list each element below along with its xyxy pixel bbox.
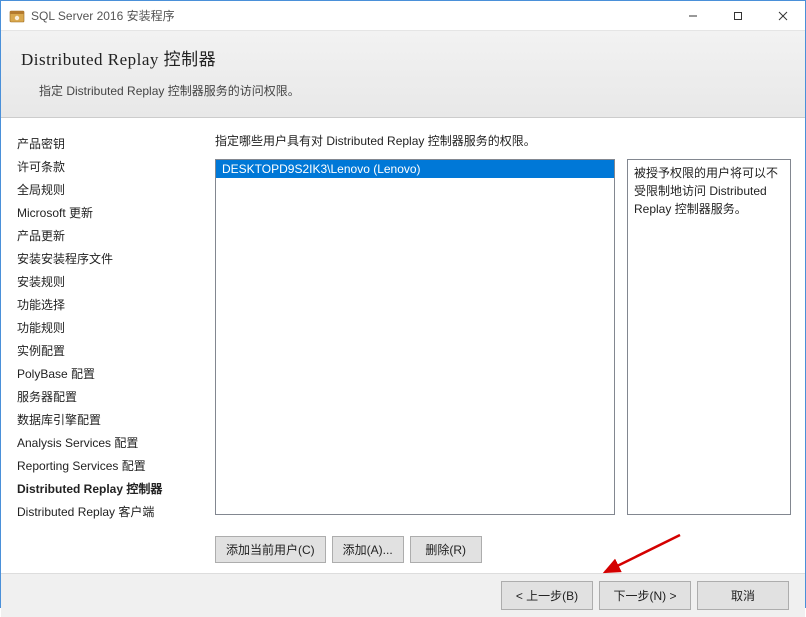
sidebar-item-15[interactable]: Distributed Replay 控制器 [17, 477, 197, 500]
sidebar-item-12[interactable]: 数据库引擎配置 [17, 408, 197, 431]
page-title: Distributed Replay 控制器 [21, 45, 785, 70]
main-panel: 指定哪些用户具有对 Distributed Replay 控制器服务的权限。 D… [201, 118, 805, 573]
header-band: Distributed Replay 控制器 指定 Distributed Re… [1, 31, 805, 118]
add-current-user-button[interactable]: 添加当前用户(C) [215, 536, 326, 563]
sidebar: 产品密钥许可条款全局规则Microsoft 更新产品更新安装安装程序文件安装规则… [1, 118, 201, 573]
page-description: 指定 Distributed Replay 控制器服务的访问权限。 [21, 82, 785, 99]
sidebar-item-3[interactable]: Microsoft 更新 [17, 201, 197, 224]
sidebar-item-11[interactable]: 服务器配置 [17, 385, 197, 408]
sidebar-item-6[interactable]: 安装规则 [17, 270, 197, 293]
user-list-item[interactable]: DESKTOPD9S2IK3\Lenovo (Lenovo) [216, 160, 614, 178]
sidebar-item-13[interactable]: Analysis Services 配置 [17, 431, 197, 454]
window-title: SQL Server 2016 安装程序 [31, 7, 670, 24]
footer: < 上一步(B) 下一步(N) > 取消 [1, 573, 805, 617]
sidebar-item-7[interactable]: 功能选择 [17, 293, 197, 316]
minimize-button[interactable] [670, 1, 715, 30]
maximize-button[interactable] [715, 1, 760, 30]
add-user-button[interactable]: 添加(A)... [332, 536, 404, 563]
app-icon [9, 8, 25, 24]
info-panel: 被授予权限的用户将可以不受限制地访问 Distributed Replay 控制… [627, 159, 791, 515]
back-button[interactable]: < 上一步(B) [501, 581, 593, 610]
sidebar-item-2[interactable]: 全局规则 [17, 178, 197, 201]
sidebar-item-9[interactable]: 实例配置 [17, 339, 197, 362]
sidebar-item-14[interactable]: Reporting Services 配置 [17, 454, 197, 477]
list-buttons: 添加当前用户(C) 添加(A)... 删除(R) [215, 536, 791, 563]
next-button[interactable]: 下一步(N) > [599, 581, 691, 610]
remove-user-button[interactable]: 删除(R) [410, 536, 482, 563]
window-controls [670, 1, 805, 30]
user-list[interactable]: DESKTOPD9S2IK3\Lenovo (Lenovo) [215, 159, 615, 515]
sidebar-item-4[interactable]: 产品更新 [17, 224, 197, 247]
sidebar-item-16[interactable]: Distributed Replay 客户端 [17, 500, 197, 523]
titlebar: SQL Server 2016 安装程序 [1, 1, 805, 31]
sidebar-item-10[interactable]: PolyBase 配置 [17, 362, 197, 385]
cancel-button[interactable]: 取消 [697, 581, 789, 610]
sidebar-item-8[interactable]: 功能规则 [17, 316, 197, 339]
instruction-label: 指定哪些用户具有对 Distributed Replay 控制器服务的权限。 [215, 132, 791, 149]
close-button[interactable] [760, 1, 805, 30]
sidebar-item-1[interactable]: 许可条款 [17, 155, 197, 178]
sidebar-item-5[interactable]: 安装安装程序文件 [17, 247, 197, 270]
sidebar-item-0[interactable]: 产品密钥 [17, 132, 197, 155]
